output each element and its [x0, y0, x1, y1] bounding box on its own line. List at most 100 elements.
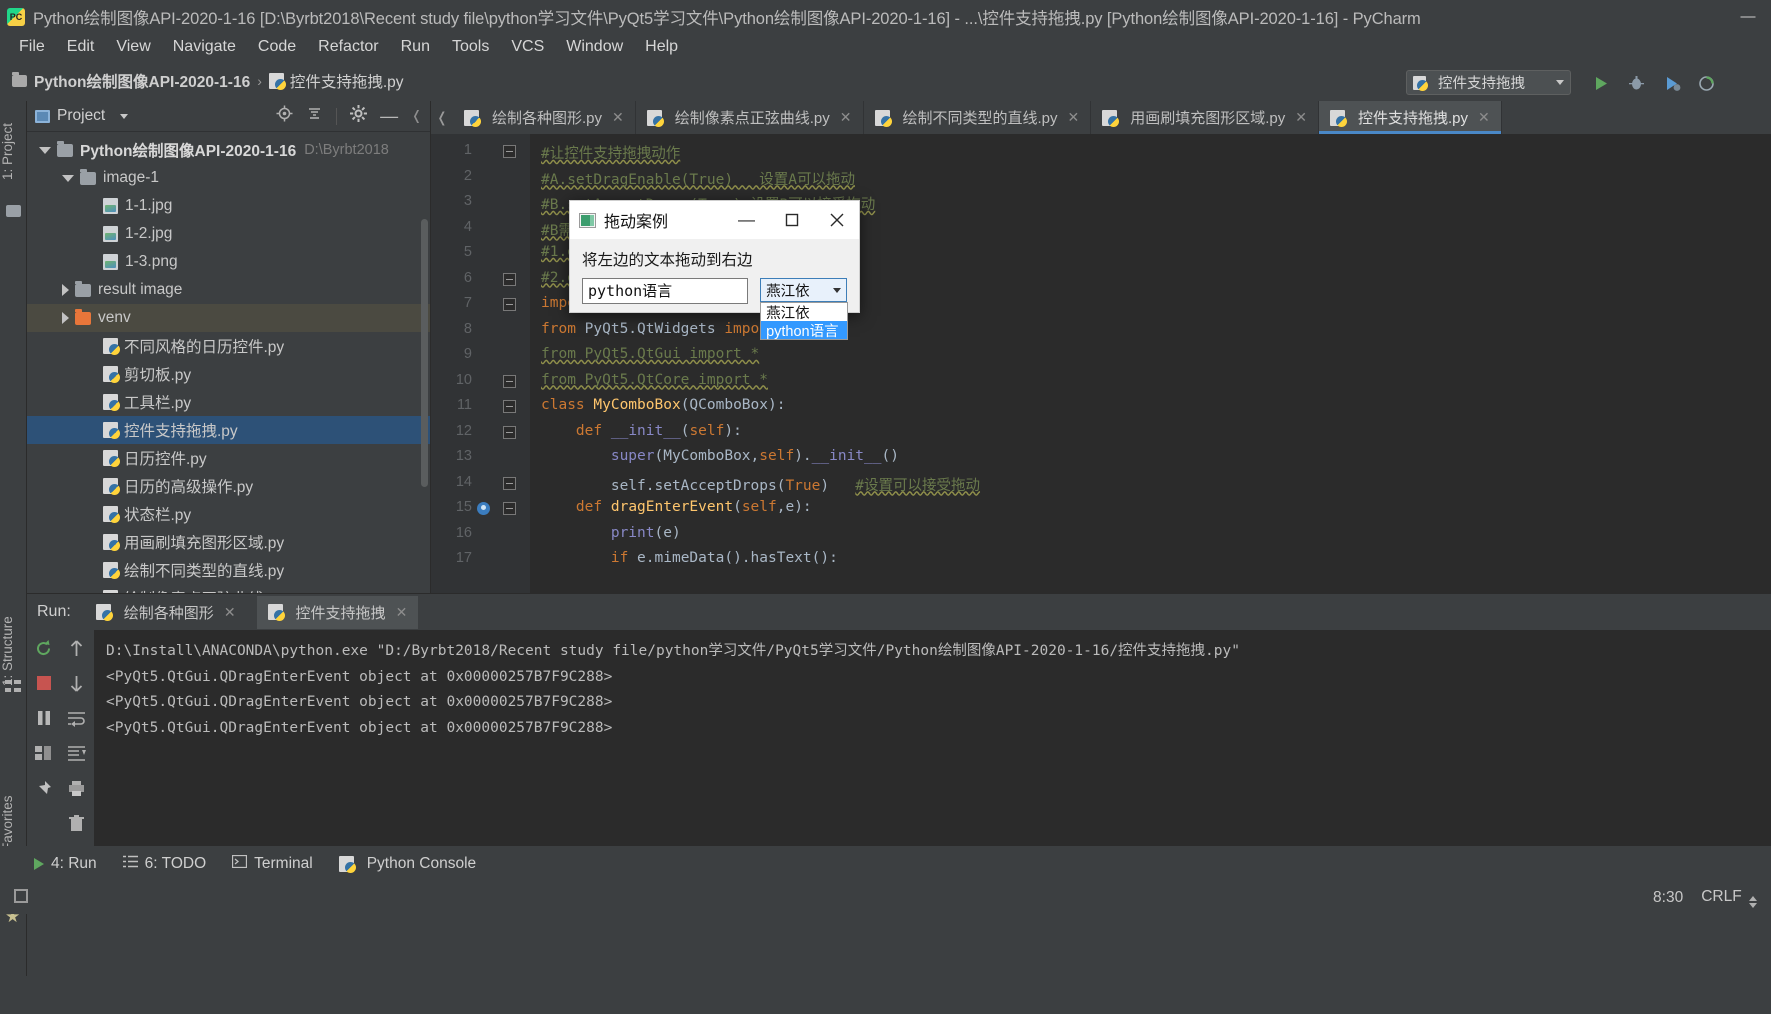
run-coverage-button[interactable]	[1659, 71, 1685, 95]
tree-row[interactable]: 剪切板.py	[27, 360, 430, 388]
run-configuration-selector[interactable]: 控件支持拖拽	[1406, 70, 1571, 95]
tree-row[interactable]: Python绘制图像API-2020-1-16 D:\Byrbt2018	[27, 136, 430, 164]
tree-toggle-open-icon[interactable]	[62, 174, 74, 182]
tree-toggle-open-icon[interactable]	[39, 146, 51, 154]
code-fold-toggle-icon[interactable]	[503, 476, 516, 490]
code-fold-toggle-icon[interactable]	[503, 272, 516, 286]
tree-toggle-closed-icon[interactable]	[62, 312, 69, 324]
menu-help[interactable]: Help	[634, 36, 689, 58]
rerun-icon[interactable]	[33, 637, 55, 659]
run-gutter-icon[interactable]	[477, 502, 490, 515]
drag-source-input[interactable]: python语言	[582, 278, 749, 304]
tree-row[interactable]: result image	[27, 276, 430, 304]
editor-tab-2[interactable]: 绘制不同类型的直线.py ✕	[863, 101, 1092, 134]
tree-row[interactable]: 用画刷填充图形区域.py	[27, 528, 430, 556]
close-icon[interactable]: ✕	[1068, 109, 1080, 126]
panel-collapse-chevron-icon[interactable]: ❬	[411, 108, 422, 124]
dialog-minimize-button[interactable]: —	[724, 201, 769, 239]
tree-row[interactable]: 不同风格的日历控件.py	[27, 332, 430, 360]
minimize-button[interactable]: —	[1725, 0, 1771, 33]
tree-row[interactable]: 日历的高级操作.py	[27, 472, 430, 500]
run-console-output[interactable]: D:\Install\ANACONDA\python.exe "D:/Byrbt…	[94, 630, 1771, 846]
code-fold-toggle-icon[interactable]	[503, 145, 516, 158]
pause-icon[interactable]	[33, 707, 55, 729]
code-fold-toggle-icon[interactable]	[503, 502, 516, 515]
menu-tools[interactable]: Tools	[441, 36, 500, 58]
combobox-option[interactable]: python语言	[761, 321, 848, 340]
tab-scroll-left-icon[interactable]: ❬	[431, 101, 453, 134]
menu-run[interactable]: Run	[390, 36, 441, 58]
menu-code[interactable]: Code	[247, 36, 307, 58]
run-tab-1[interactable]: 控件支持拖拽 ✕	[256, 595, 419, 629]
line-separator[interactable]: CRLF	[1701, 888, 1757, 908]
close-icon[interactable]: ✕	[1295, 109, 1307, 126]
run-button[interactable]	[1587, 71, 1613, 95]
pin-icon[interactable]	[33, 777, 55, 799]
profile-button[interactable]	[1693, 71, 1719, 95]
tree-row[interactable]: 状态栏.py	[27, 500, 430, 528]
menu-view[interactable]: View	[105, 36, 161, 58]
menu-vcs[interactable]: VCS	[500, 36, 555, 58]
tree-row[interactable]: image-1	[27, 164, 430, 192]
run-tab-0[interactable]: 绘制各种图形 ✕	[85, 596, 247, 629]
tree-row[interactable]: 1-2.jpg	[27, 220, 430, 248]
stop-icon[interactable]	[33, 672, 55, 694]
collapse-all-icon[interactable]	[306, 105, 323, 127]
breadcrumb-file[interactable]: 控件支持拖拽.py	[268, 70, 404, 92]
scroll-to-end-icon[interactable]	[66, 742, 88, 764]
menu-navigate[interactable]: Navigate	[162, 36, 247, 58]
breadcrumb-project[interactable]: Python绘制图像API-2020-1-16	[12, 70, 250, 92]
drop-target-combobox[interactable]: 燕江依 燕江依 python语言	[760, 278, 849, 340]
project-view-chevron-icon[interactable]	[120, 113, 129, 119]
menu-window[interactable]: Window	[555, 36, 634, 58]
code-fold-toggle-icon[interactable]	[503, 400, 516, 413]
tree-toggle-closed-icon[interactable]	[62, 284, 69, 296]
soft-wrap-icon[interactable]	[66, 707, 88, 729]
status-tab-todo[interactable]: 6: TODO	[122, 855, 206, 873]
trash-icon[interactable]	[66, 812, 88, 834]
status-tab-terminal[interactable]: Terminal	[231, 854, 313, 873]
status-tab-run[interactable]: 4: Run	[34, 855, 97, 873]
hide-icon[interactable]: —	[380, 107, 398, 125]
debug-button[interactable]	[1623, 71, 1649, 95]
editor-tab-4[interactable]: 控件支持拖拽.py ✕	[1319, 101, 1502, 134]
up-arrow-icon[interactable]	[66, 637, 88, 659]
combobox-field[interactable]: 燕江依	[760, 278, 847, 302]
close-icon[interactable]: ✕	[1478, 109, 1490, 126]
editor-tab-1[interactable]: 绘制像素点正弦曲线.py ✕	[635, 101, 864, 134]
down-arrow-icon[interactable]	[66, 672, 88, 694]
project-tree-scrollbar[interactable]	[421, 219, 428, 487]
editor-tab-0[interactable]: 绘制各种图形.py ✕	[453, 101, 636, 134]
code-fold-toggle-icon[interactable]	[503, 298, 516, 311]
tree-row[interactable]: 绘制不同类型的直线.py	[27, 556, 430, 584]
tree-row[interactable]: 控件支持拖拽.py	[27, 416, 430, 444]
menu-edit[interactable]: Edit	[56, 36, 106, 58]
sidebar-tab-project[interactable]: 1: Project	[0, 105, 27, 197]
tree-row[interactable]: 1-1.jpg	[27, 192, 430, 220]
tree-row[interactable]: 1-3.png	[27, 248, 430, 276]
combobox-option[interactable]: 燕江依	[761, 303, 847, 322]
editor-gutter[interactable]: 1 2 3 4 5 6 7 8 9 10 11 12 13 14 15 16 17	[431, 134, 530, 593]
status-tab-python-console[interactable]: Python Console	[338, 855, 476, 873]
code-fold-toggle-icon[interactable]	[503, 374, 516, 388]
close-icon[interactable]: ✕	[396, 604, 408, 621]
close-icon[interactable]: ✕	[224, 604, 236, 621]
dialog-close-button[interactable]	[814, 201, 859, 239]
close-icon[interactable]: ✕	[612, 109, 624, 126]
caret-position[interactable]: 8:30	[1653, 889, 1683, 907]
locate-icon[interactable]	[276, 105, 293, 127]
tree-row[interactable]: 工具栏.py	[27, 388, 430, 416]
combobox-dropdown-button[interactable]	[828, 279, 846, 301]
tree-row[interactable]: 日历控件.py	[27, 444, 430, 472]
menu-file[interactable]: File	[8, 36, 56, 58]
dialog-maximize-button[interactable]	[769, 201, 814, 239]
print-icon[interactable]	[66, 777, 88, 799]
gear-icon[interactable]	[350, 105, 368, 127]
menu-refactor[interactable]: Refactor	[307, 36, 389, 58]
code-fold-toggle-icon[interactable]	[503, 425, 516, 439]
close-icon[interactable]: ✕	[840, 109, 852, 126]
tree-row[interactable]: venv	[27, 304, 430, 332]
editor-tab-3[interactable]: 用画刷填充图形区域.py ✕	[1091, 101, 1319, 134]
layout-icon[interactable]	[33, 742, 55, 764]
toggle-toolwindows-icon[interactable]	[14, 889, 28, 903]
